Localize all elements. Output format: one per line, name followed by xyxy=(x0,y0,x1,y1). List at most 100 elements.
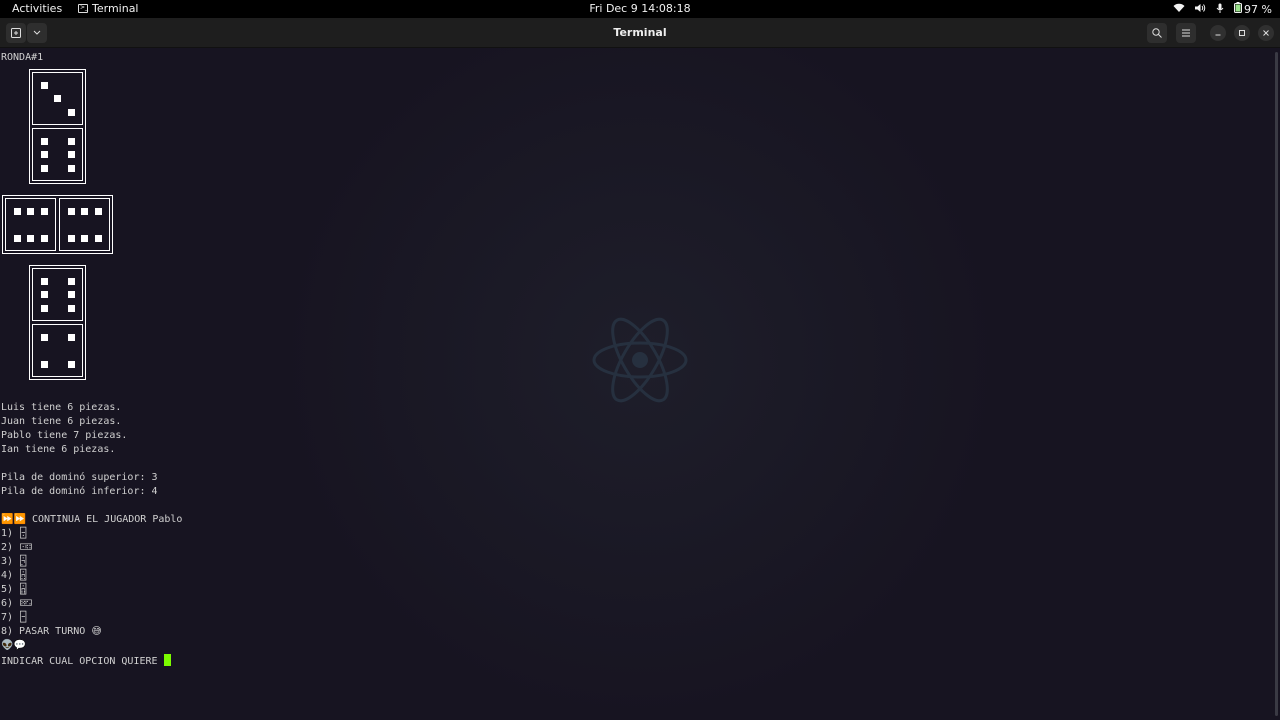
domino-pip xyxy=(67,108,75,116)
domino-half xyxy=(59,198,110,251)
option-number: 3) xyxy=(1,556,14,567)
option-item: 2) 🀼 xyxy=(1,542,33,553)
domino-pip xyxy=(67,277,75,285)
domino-pip xyxy=(67,304,75,312)
domino-pip xyxy=(40,164,48,172)
pile-bottom-line: Pila de dominó inferior: 4 xyxy=(1,486,158,497)
continue-text: CONTINUA EL JUGADOR Pablo xyxy=(31,514,183,525)
text-cursor xyxy=(163,654,171,666)
system-tray[interactable]: 97 % xyxy=(1173,2,1272,16)
option-item: 4) 🁮 xyxy=(1,570,27,581)
menu-button[interactable] xyxy=(1176,23,1196,43)
battery-percent: 97 % xyxy=(1244,2,1272,16)
domino-pip xyxy=(94,234,102,242)
terminal-output[interactable]: RONDA#1 Luis tiene 6 piezas. Juan tiene … xyxy=(0,48,1280,720)
option-number: 5) xyxy=(1,584,14,595)
domino-half xyxy=(32,324,83,377)
domino-half xyxy=(5,198,56,251)
domino-pip xyxy=(40,207,48,215)
wifi-icon xyxy=(1173,3,1185,16)
player-line: Luis tiene 6 piezas. xyxy=(1,402,122,413)
pile-top-line: Pila de dominó superior: 3 xyxy=(1,472,158,483)
domino-pip xyxy=(40,277,48,285)
maximize-icon xyxy=(1239,30,1245,36)
option-number: 1) xyxy=(1,528,14,539)
close-button[interactable] xyxy=(1258,25,1274,41)
app-menu-label: Terminal xyxy=(92,2,139,15)
option-number: 2) xyxy=(1,542,14,553)
domino-glyph-icon: 🀼 xyxy=(19,542,33,553)
domino-pip xyxy=(54,95,61,102)
domino-glyph-icon: 🁬 xyxy=(19,556,28,567)
option-item: 3) 🁬 xyxy=(1,556,27,567)
domino-pip xyxy=(40,234,48,242)
maximize-button[interactable] xyxy=(1234,25,1250,41)
volume-icon xyxy=(1194,3,1206,16)
prompt-line[interactable]: INDICAR CUAL OPCION QUIERE xyxy=(1,654,171,667)
domino-pip xyxy=(67,137,75,145)
domino-pip xyxy=(67,207,75,215)
player-line: Pablo tiene 7 piezas. xyxy=(1,430,128,441)
search-icon xyxy=(1152,28,1162,38)
domino-half xyxy=(32,72,83,125)
domino-pip xyxy=(67,164,75,172)
option-number: 7) xyxy=(1,612,14,623)
domino-pip xyxy=(40,137,48,145)
player-line: Ian tiene 6 piezas. xyxy=(1,444,116,455)
prompt-text: INDICAR CUAL OPCION QUIERE xyxy=(1,656,158,667)
clock[interactable]: Fri Dec 9 14:08:18 xyxy=(589,2,690,15)
minimize-button[interactable] xyxy=(1210,25,1226,41)
sweat-smile-icon: 😅 xyxy=(91,626,102,637)
terminal-icon: >_ xyxy=(78,4,89,13)
option-item: 7) 🁣 xyxy=(1,612,27,623)
domino-pip xyxy=(13,207,21,215)
domino-half xyxy=(32,268,83,321)
domino-glyph-icon: 🁣 xyxy=(19,612,28,623)
domino-pip xyxy=(13,234,21,242)
option-number: 4) xyxy=(1,570,14,581)
fast-forward-icon: ⏩⏩ xyxy=(1,514,26,525)
option-number: 6) xyxy=(1,598,14,609)
domino-pip xyxy=(40,81,48,89)
minimize-icon xyxy=(1215,34,1221,36)
player-line: Juan tiene 6 piezas. xyxy=(1,416,122,427)
domino-pip xyxy=(40,333,48,341)
round-label: RONDA#1 xyxy=(1,52,44,63)
domino-glyph-icon: 🁮 xyxy=(19,570,28,581)
pass-turn-label: 8) PASAR TURNO xyxy=(1,626,86,637)
window-title: Terminal xyxy=(613,26,667,39)
scrollbar[interactable] xyxy=(1275,52,1278,716)
domino-pip xyxy=(67,291,75,298)
react-logo-icon xyxy=(592,317,688,403)
mic-icon xyxy=(1215,3,1225,16)
domino-piece xyxy=(29,69,86,184)
domino-pip xyxy=(94,207,102,215)
domino-pip xyxy=(27,234,34,242)
domino-pip xyxy=(40,360,48,368)
domino-pip xyxy=(67,333,75,341)
system-top-bar: Activities >_ Terminal Fri Dec 9 14:08:1… xyxy=(0,0,1280,18)
domino-pip xyxy=(67,151,75,158)
close-icon xyxy=(1263,30,1269,36)
app-menu[interactable]: >_ Terminal xyxy=(78,2,139,15)
domino-pip xyxy=(40,291,48,298)
domino-half xyxy=(32,128,83,181)
domino-pip xyxy=(81,207,88,215)
domino-pip xyxy=(67,234,75,242)
alien-speech-icon: 👽💬 xyxy=(1,640,26,651)
option-item: 1) 🁤 xyxy=(1,528,27,539)
domino-pip xyxy=(40,304,48,312)
domino-pip xyxy=(27,207,34,215)
domino-pip xyxy=(40,151,48,158)
option-item: 5) 🁰 xyxy=(1,584,27,595)
search-button[interactable] xyxy=(1147,23,1167,43)
domino-glyph-icon: 🁰 xyxy=(19,584,28,595)
option-item: 6) 🁖 xyxy=(1,598,33,609)
domino-glyph-icon: 🁖 xyxy=(19,598,33,609)
option-item: 8) PASAR TURNO 😅 xyxy=(1,626,102,637)
battery-icon xyxy=(1234,2,1243,16)
terminal-header-bar: Terminal xyxy=(0,18,1280,48)
domino-piece xyxy=(29,265,86,380)
continue-line: ⏩⏩ CONTINUA EL JUGADOR Pablo xyxy=(1,514,182,525)
activities-button[interactable]: Activities xyxy=(12,2,62,15)
